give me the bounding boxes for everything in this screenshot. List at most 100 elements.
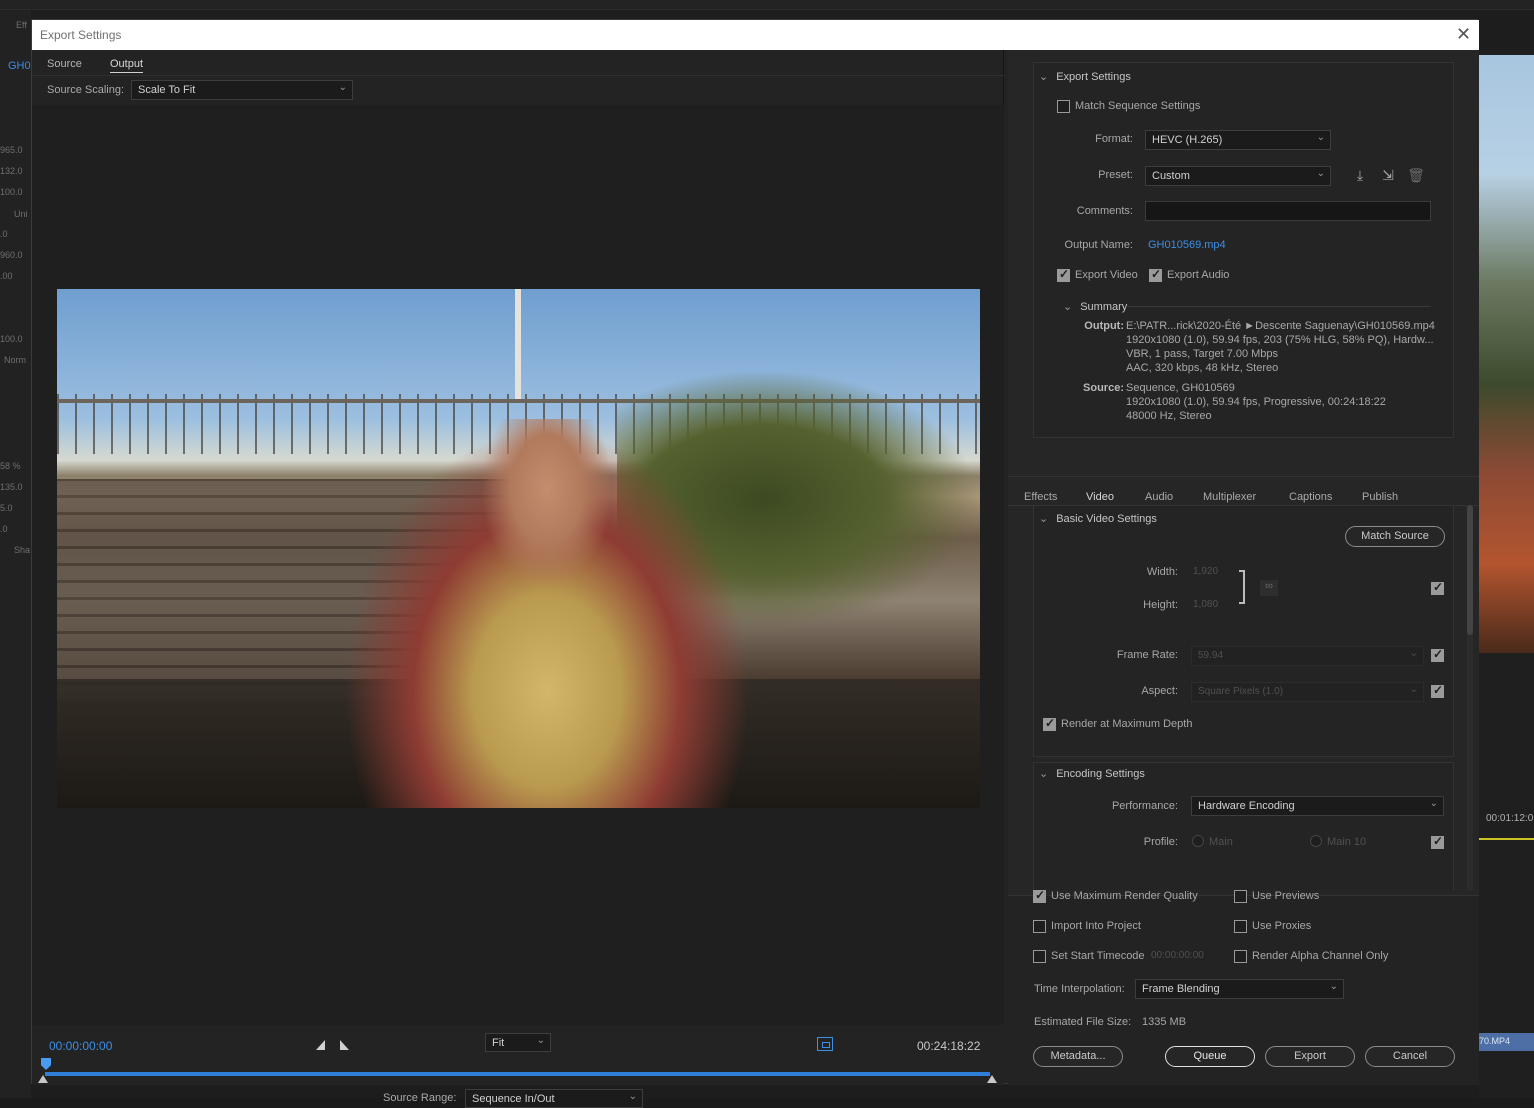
- delete-preset-icon[interactable]: 🗑: [1407, 167, 1425, 183]
- export-audio-checkbox[interactable]: [1149, 267, 1162, 282]
- preset-dropdown[interactable]: Custom ⌄: [1145, 166, 1331, 186]
- use-proxies-checkbox[interactable]: [1234, 920, 1247, 933]
- match-source-button[interactable]: Match Source: [1345, 526, 1445, 547]
- bg-value: Sha: [14, 545, 31, 555]
- summary-header[interactable]: ⌄ Summary: [1063, 300, 1127, 313]
- import-preset-icon[interactable]: ⇲: [1379, 167, 1397, 183]
- playhead-handle[interactable]: [41, 1058, 51, 1070]
- current-timecode[interactable]: 00:00:00:00: [49, 1039, 112, 1053]
- tab-source[interactable]: Source: [47, 58, 82, 70]
- preset-value: Custom: [1152, 170, 1190, 182]
- width-height-match-checkbox[interactable]: [1431, 580, 1444, 595]
- frame-rate-dropdown[interactable]: 59.94 ⌄: [1191, 646, 1424, 666]
- format-label: Format:: [1095, 133, 1133, 145]
- comments-field[interactable]: [1145, 201, 1431, 221]
- use-previews-label: Use Previews: [1252, 890, 1320, 902]
- export-settings-header[interactable]: ⌄ Export Settings: [1039, 70, 1131, 83]
- format-dropdown[interactable]: HEVC (H.265) ⌄: [1145, 130, 1331, 150]
- profile-match-checkbox[interactable]: [1431, 834, 1444, 849]
- tab-output[interactable]: Output: [110, 58, 144, 73]
- start-timecode-value[interactable]: 00:00:00:00: [1151, 950, 1204, 961]
- bg-clip-tab: GH0: [8, 60, 31, 72]
- chevron-down-icon: ⌄: [1329, 981, 1338, 992]
- preview-person: [337, 419, 757, 808]
- bg-value: 960.0: [0, 250, 23, 260]
- output-name-link[interactable]: GH010569.mp4: [1148, 239, 1226, 251]
- link-proportions-icon[interactable]: ∞: [1260, 580, 1278, 596]
- export-video-label: Export Video: [1075, 269, 1138, 281]
- source-scaling-dropdown[interactable]: Scale To Fit ⌄: [131, 80, 353, 100]
- zoom-dropdown[interactable]: Fit ⌄: [485, 1033, 551, 1052]
- tab-audio[interactable]: Audio: [1145, 491, 1173, 503]
- work-area-end-icon[interactable]: [987, 1075, 997, 1083]
- bg-value: Uni: [14, 209, 28, 219]
- estimated-size-value: 1335 MB: [1142, 1016, 1187, 1028]
- source-range-value: Sequence In/Out: [472, 1093, 555, 1105]
- export-button[interactable]: Export: [1265, 1046, 1355, 1067]
- bg-value: 135.0: [0, 482, 23, 492]
- summary-source-key: Source:: [1083, 382, 1124, 394]
- encoding-header[interactable]: ⌄ Encoding Settings: [1039, 767, 1145, 780]
- cancel-button[interactable]: Cancel: [1365, 1046, 1455, 1067]
- profile-main10-radio[interactable]: [1310, 835, 1322, 847]
- basic-video-header[interactable]: ⌄ Basic Video Settings: [1039, 512, 1157, 525]
- dialog-title: Export Settings: [40, 28, 122, 42]
- match-sequence-checkbox[interactable]: [1057, 100, 1070, 113]
- aspect-match-checkbox[interactable]: [1431, 683, 1444, 698]
- use-max-render-quality-checkbox[interactable]: [1033, 888, 1046, 903]
- chevron-down-icon: ⌄: [628, 1091, 637, 1102]
- metadata-button[interactable]: Metadata...: [1033, 1046, 1123, 1067]
- profile-main10-label: Main 10: [1327, 836, 1367, 848]
- export-audio-label: Export Audio: [1167, 269, 1230, 281]
- set-out-point-icon[interactable]: [340, 1040, 349, 1050]
- work-area-start-icon[interactable]: [38, 1075, 48, 1083]
- chevron-down-icon: ⌄: [1429, 798, 1438, 809]
- chevron-down-icon: ⌄: [536, 1035, 545, 1046]
- render-alpha-only-checkbox[interactable]: [1234, 950, 1247, 963]
- export-video-checkbox[interactable]: [1057, 267, 1070, 282]
- timeline-track[interactable]: [45, 1072, 990, 1076]
- tab-captions[interactable]: Captions: [1289, 491, 1332, 503]
- source-range-label: Source Range:: [383, 1092, 457, 1104]
- tab-publish[interactable]: Publish: [1362, 491, 1398, 503]
- set-start-timecode-checkbox[interactable]: [1033, 950, 1046, 963]
- bg-value: 132.0: [0, 166, 23, 176]
- performance-dropdown[interactable]: Hardware Encoding ⌄: [1191, 796, 1444, 816]
- save-preset-icon[interactable]: ⤓: [1351, 167, 1369, 183]
- render-max-depth-checkbox[interactable]: [1043, 716, 1056, 731]
- comments-label: Comments:: [1076, 205, 1133, 217]
- match-sequence-label: Match Sequence Settings: [1075, 100, 1201, 112]
- settings-scrollbar-thumb[interactable]: [1467, 505, 1473, 635]
- frame-rate-match-checkbox[interactable]: [1431, 647, 1444, 662]
- width-value[interactable]: 1,920: [1193, 566, 1218, 577]
- performance-value: Hardware Encoding: [1198, 800, 1295, 812]
- close-icon[interactable]: ✕: [1456, 24, 1472, 44]
- aspect-ratio-correction-icon[interactable]: [817, 1037, 833, 1051]
- aspect-dropdown[interactable]: Square Pixels (1.0) ⌄: [1191, 682, 1424, 702]
- time-interpolation-dropdown[interactable]: Frame Blending ⌄: [1135, 979, 1344, 999]
- set-in-point-icon[interactable]: [316, 1040, 325, 1050]
- summary-output-key: Output:: [1084, 320, 1124, 332]
- source-scaling-label: Source Scaling:: [47, 84, 125, 96]
- basic-video-header-label: Basic Video Settings: [1056, 513, 1157, 525]
- import-into-project-checkbox[interactable]: [1033, 920, 1046, 933]
- tab-multiplexer[interactable]: Multiplexer: [1203, 491, 1256, 503]
- output-name-label: Output Name:: [1064, 239, 1133, 251]
- bg-value: .0: [0, 524, 8, 534]
- use-previews-checkbox[interactable]: [1234, 890, 1247, 903]
- queue-button[interactable]: Queue: [1165, 1046, 1255, 1067]
- summary-output-line: E:\PATR...rick\2020-Été ►Descente Saguen…: [1126, 320, 1435, 332]
- profile-main-radio[interactable]: [1192, 835, 1204, 847]
- timeline-scrubber: 00:00:00:00 Fit ⌄ 00:24:18:22: [32, 1025, 1004, 1085]
- encoding-panel: [1033, 762, 1454, 890]
- chevron-down-icon: ⌄: [1039, 513, 1049, 525]
- tab-effects[interactable]: Effects: [1024, 491, 1057, 503]
- import-into-project-label: Import Into Project: [1051, 920, 1141, 932]
- bg-value: 5.0: [0, 503, 13, 513]
- preview-lamp-pole: [515, 289, 521, 399]
- background-timeline-clip: 70.MP4: [1479, 1033, 1534, 1051]
- summary-source-line: Sequence, GH010569: [1126, 382, 1235, 394]
- source-range-dropdown[interactable]: Sequence In/Out ⌄: [465, 1089, 643, 1108]
- height-value[interactable]: 1,080: [1193, 599, 1218, 610]
- bg-value: .00: [0, 271, 13, 281]
